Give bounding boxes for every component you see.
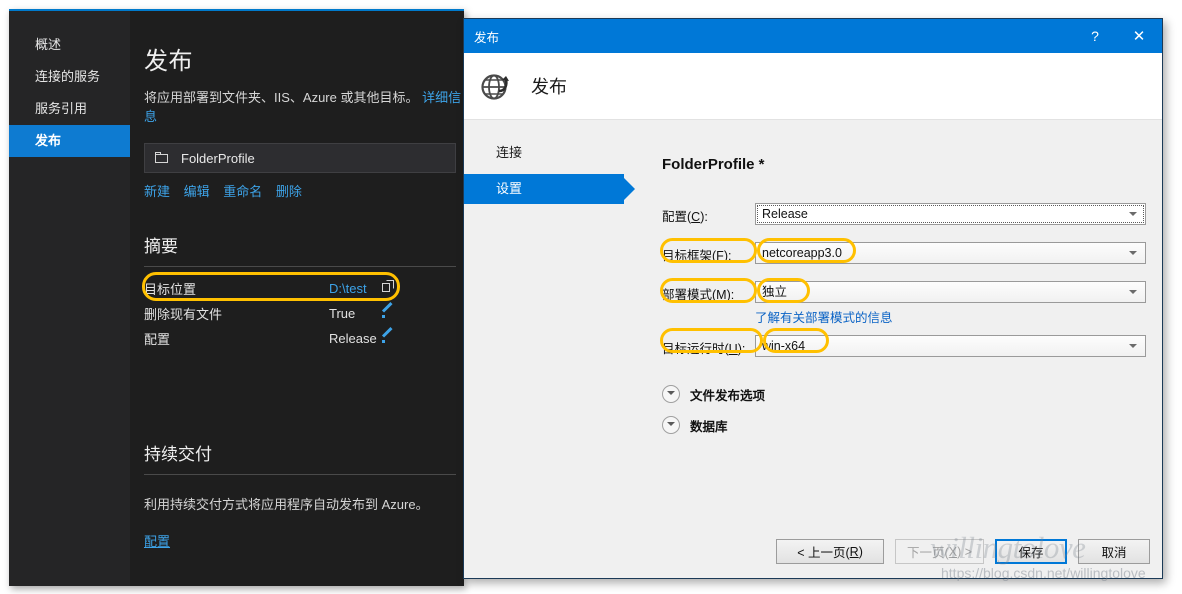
profile-name-heading: FolderProfile * [662, 156, 765, 173]
dialog-nav-label: 连接 [496, 145, 523, 160]
field-label: 目标框架(F): [662, 249, 732, 263]
previous-button[interactable]: < 上一页(R) [776, 539, 885, 564]
dialog-header-title: 发布 [531, 77, 567, 97]
deployment-mode-combobox[interactable]: 独立 [755, 281, 1146, 303]
summary-key: 配置 [144, 332, 171, 347]
deployment-mode-value: 独立 [762, 285, 788, 299]
sidebar-item-label: 服务引用 [35, 101, 88, 116]
summary-divider [144, 266, 456, 267]
sidebar-item-overview[interactable]: 概述 [9, 29, 130, 61]
chevron-down-icon [662, 385, 680, 403]
profile-name-label: FolderProfile [181, 150, 255, 166]
summary-value: True [329, 306, 356, 321]
expander-databases[interactable]: 数据库 [662, 413, 1146, 437]
profile-actions: 新建 编辑 重命名 删除 [144, 181, 464, 200]
target-runtime-combobox[interactable]: win-x64 [755, 335, 1146, 357]
dialog-button-bar: < 上一页(R) 下一页(X) > 保存 取消 [776, 539, 1150, 564]
continuous-delivery-heading: 持续交付 [144, 445, 212, 464]
expander-label: 数据库 [690, 419, 728, 434]
sidebar-item-connected-services[interactable]: 连接的服务 [9, 61, 130, 93]
chevron-down-icon [1129, 344, 1137, 348]
expander-file-publish-options[interactable]: 文件发布选项 [662, 382, 1146, 406]
target-framework-combobox[interactable]: netcoreapp3.0 [755, 242, 1146, 264]
save-button[interactable]: 保存 [995, 539, 1067, 564]
dialog-nav-item-connection[interactable]: 连接 [464, 138, 629, 168]
sidebar-item-label: 连接的服务 [35, 69, 101, 84]
field-configuration: 配置(C): Release [662, 203, 1146, 225]
continuous-delivery-configure-link[interactable]: 配置 [144, 531, 170, 550]
publish-dialog: 发布 ? ✕ 发布 连接 设置 FolderProfile * 配置(C): R… [463, 18, 1163, 579]
new-profile-link[interactable]: 新建 [144, 184, 170, 199]
field-deployment-mode: 部署模式(M): 独立 [662, 281, 1146, 303]
field-label: 目标运行时(U): [662, 342, 746, 356]
help-icon[interactable]: ? [1074, 19, 1116, 53]
chevron-down-icon [1129, 290, 1137, 294]
pencil-icon[interactable] [382, 330, 395, 343]
summary-row: 目标位置 D:\test [144, 276, 456, 301]
sidebar-item-service-references[interactable]: 服务引用 [9, 93, 130, 125]
dialog-header: 发布 [464, 53, 1162, 120]
page-title: 发布 [144, 48, 193, 75]
visual-studio-window: 概述 连接的服务 服务引用 发布 发布 将应用部署到文件夹、IIS、Azure … [9, 9, 464, 586]
summary-value: Release [329, 331, 377, 346]
page-subtitle: 将应用部署到文件夹、IIS、Azure 或其他目标。 详细信息 [144, 87, 464, 125]
expander-label: 文件发布选项 [690, 388, 766, 403]
configuration-combobox[interactable]: Release [755, 203, 1146, 225]
globe-publish-icon [479, 69, 513, 103]
summary-key: 目标位置 [144, 282, 197, 297]
rename-profile-link[interactable]: 重命名 [223, 184, 262, 199]
sidebar-item-label: 概述 [35, 37, 62, 52]
continuous-delivery-note: 利用持续交付方式将应用程序自动发布到 Azure。 [144, 497, 429, 512]
edit-profile-link[interactable]: 编辑 [184, 184, 210, 199]
field-label: 部署模式(M): [662, 288, 735, 302]
dialog-nav-label: 设置 [496, 181, 523, 196]
summary-key: 删除现有文件 [144, 307, 223, 322]
folder-icon [155, 152, 170, 164]
pencil-icon[interactable] [382, 305, 395, 318]
sidebar-item-label: 发布 [35, 133, 62, 148]
chevron-down-icon [662, 416, 680, 434]
dialog-nav: 连接 设置 [464, 120, 635, 204]
next-button: 下一页(X) > [895, 539, 984, 564]
dialog-settings-form: FolderProfile * 配置(C): Release 目标框架(F): … [654, 120, 1146, 437]
copy-icon[interactable] [382, 280, 395, 293]
delete-profile-link[interactable]: 删除 [276, 184, 302, 199]
chevron-down-icon [1129, 212, 1137, 216]
chevron-down-icon [1129, 251, 1137, 255]
summary-heading: 摘要 [144, 237, 178, 256]
dialog-titlebar: 发布 ? ✕ [464, 19, 1162, 53]
dialog-body: 连接 设置 FolderProfile * 配置(C): Release 目标框… [464, 120, 1162, 578]
profile-row[interactable]: FolderProfile [144, 143, 456, 173]
page-subtitle-text: 将应用部署到文件夹、IIS、Azure 或其他目标。 [144, 90, 419, 105]
summary-row: 配置 Release [144, 326, 456, 351]
vs-sidebar: 概述 连接的服务 服务引用 发布 [9, 11, 130, 586]
vs-content-pane: 发布 将应用部署到文件夹、IIS、Azure 或其他目标。 详细信息 Folde… [130, 11, 464, 586]
deployment-mode-info-link[interactable]: 了解有关部署模式的信息 [755, 307, 1146, 326]
cancel-button[interactable]: 取消 [1078, 539, 1150, 564]
target-runtime-value: win-x64 [762, 339, 806, 353]
target-framework-value: netcoreapp3.0 [762, 246, 842, 260]
screenshot-root: 概述 连接的服务 服务引用 发布 发布 将应用部署到文件夹、IIS、Azure … [0, 0, 1182, 594]
dialog-nav-item-settings[interactable]: 设置 [464, 174, 635, 204]
field-label: 配置(C): [662, 210, 708, 224]
dialog-title: 发布 [474, 30, 500, 45]
continuous-delivery-divider [144, 474, 456, 475]
sidebar-item-publish[interactable]: 发布 [9, 125, 130, 157]
field-target-framework: 目标框架(F): netcoreapp3.0 [662, 242, 1146, 264]
field-target-runtime: 目标运行时(U): win-x64 [662, 335, 1146, 357]
configuration-value: Release [762, 207, 808, 221]
close-icon[interactable]: ✕ [1116, 19, 1162, 53]
summary-value: D:\test [329, 281, 367, 296]
summary-row: 删除现有文件 True [144, 301, 456, 326]
